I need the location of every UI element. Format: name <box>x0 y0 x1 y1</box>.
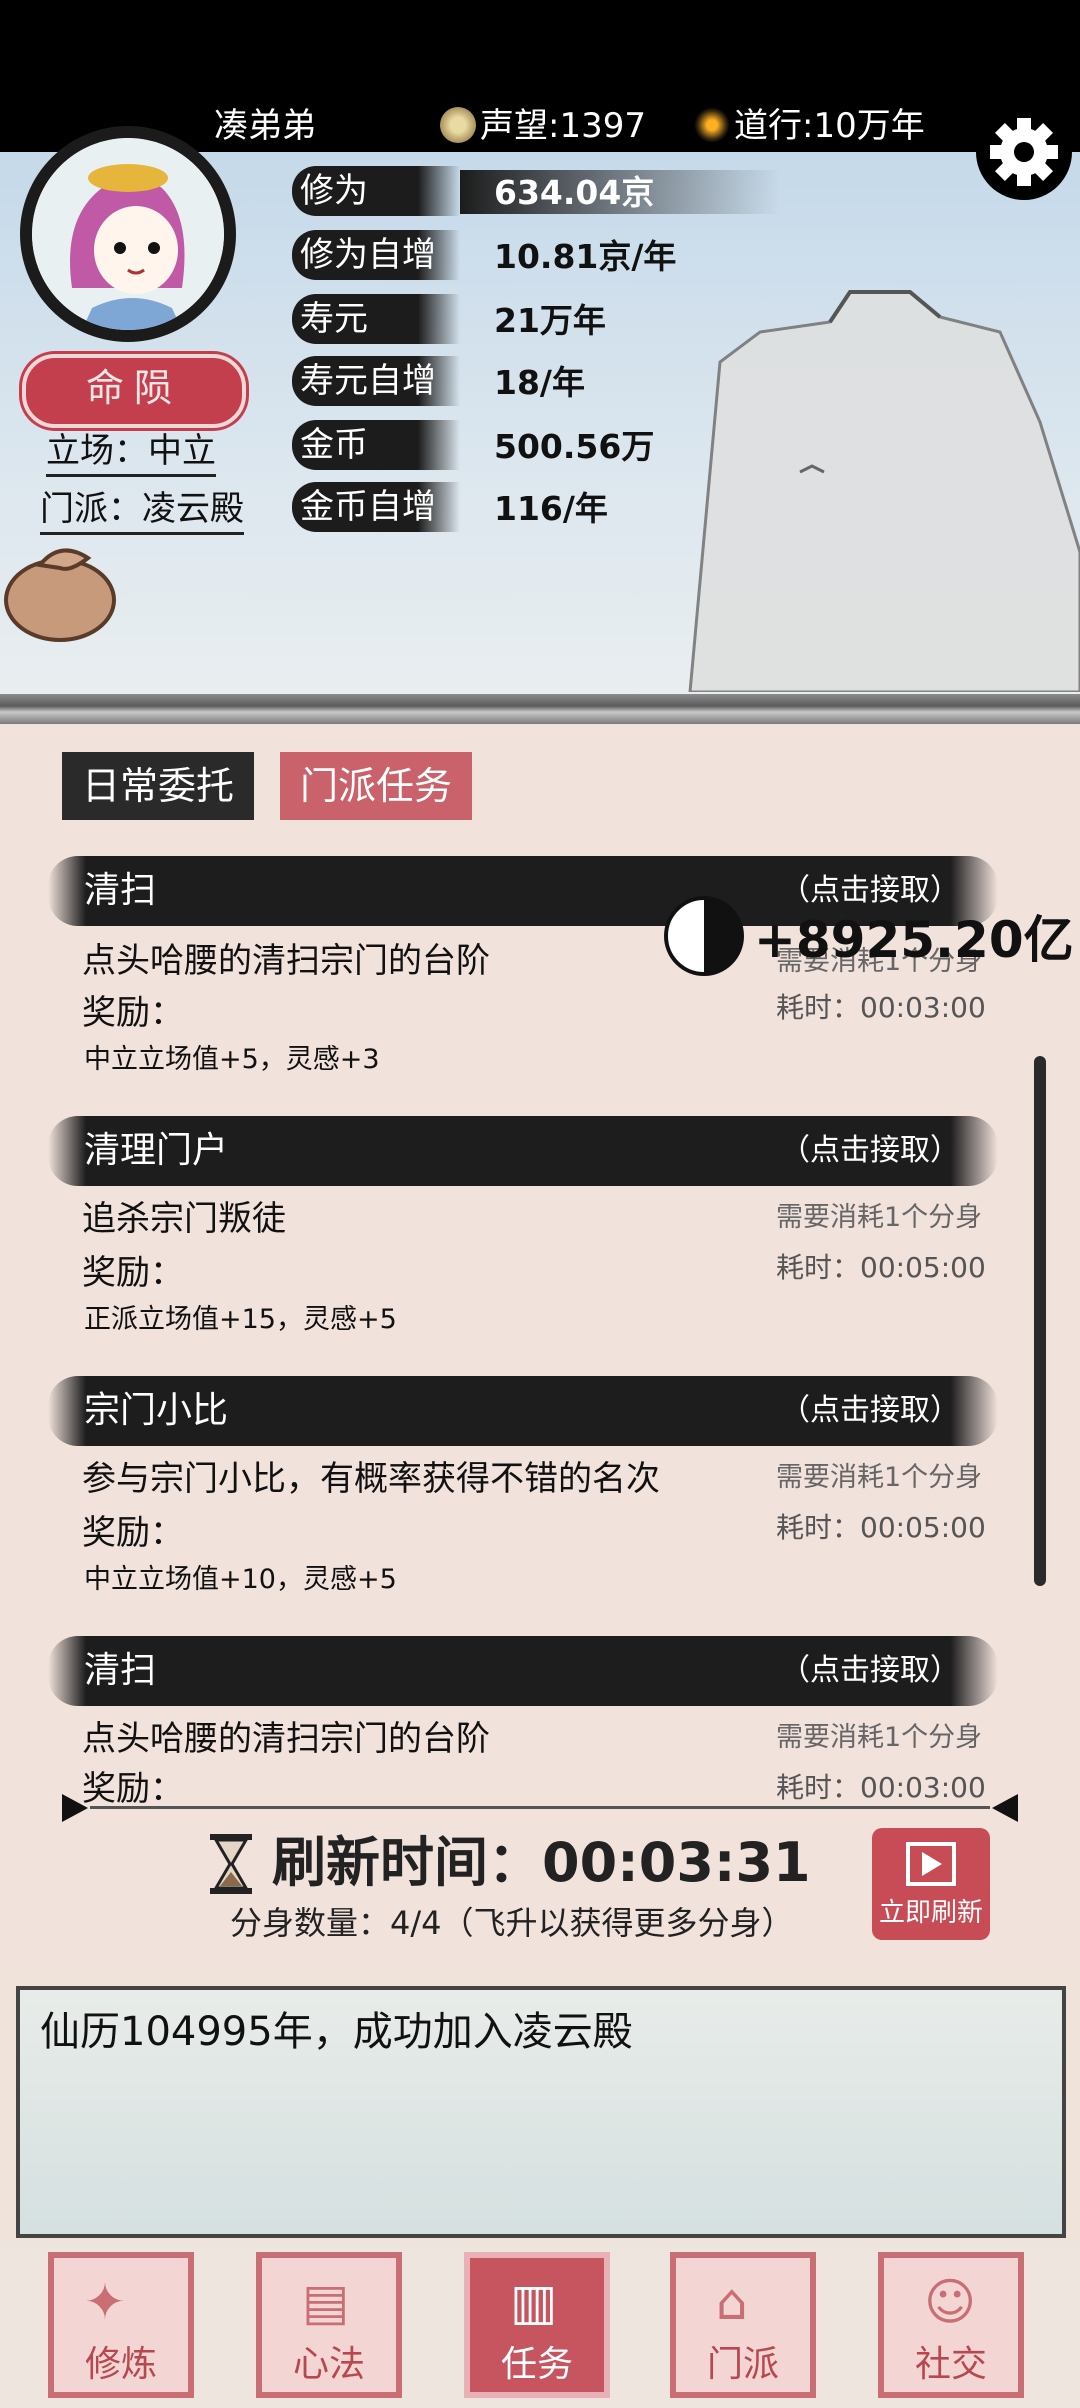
task-description: 参与宗门小比，有概率获得不错的名次 <box>82 1459 660 1499</box>
scene-divider <box>0 694 1080 724</box>
arrow-right-icon <box>992 1794 1018 1822</box>
stat-label-gold: 金币 <box>292 420 460 470</box>
task-description: 点头哈腰的清扫宗门的台阶 <box>82 941 490 981</box>
task-duration: 耗时：00:03:00 <box>776 1771 986 1804</box>
reputation-stat: 声望:1397 <box>440 104 646 148</box>
task-requirement: 需要消耗1个分身 <box>776 1462 983 1493</box>
reputation-text: 声望:1397 <box>480 106 646 146</box>
bag-button[interactable] <box>0 520 124 644</box>
tab-daily[interactable]: 日常委托 <box>62 752 255 820</box>
task-header[interactable]: 清理门户 （点击接取） <box>48 1116 998 1186</box>
nav-social[interactable]: ☺ 社交 <box>878 2252 1024 2398</box>
gain-amount: +8925.20亿 <box>754 911 1074 969</box>
reward-label: 奖励： <box>82 993 184 1033</box>
gear-icon <box>990 118 1058 186</box>
task-requirement: 需要消耗1个分身 <box>776 1722 983 1753</box>
nav-label: 社交 <box>914 2344 987 2385</box>
cultivate-icon: ✦ <box>84 2273 126 2331</box>
stat-label-gold-rate: 金币自增 <box>292 482 460 532</box>
task-header[interactable]: 宗门小比 （点击接取） <box>48 1376 998 1446</box>
mountain-illustration <box>688 290 1080 692</box>
coin-icon <box>440 107 476 143</box>
accept-task-link[interactable]: （点击接取） <box>780 1636 960 1706</box>
tab-sect-tasks[interactable]: 门派任务 <box>280 752 473 820</box>
dao-text: 道行:10万年 <box>734 106 925 146</box>
nav-label: 心法 <box>292 2344 365 2385</box>
nav-label: 门派 <box>706 2344 779 2385</box>
stat-value-lifespan-rate: 18/年 <box>494 363 585 402</box>
reward-label: 奖励： <box>82 1513 184 1553</box>
dao-stat: 道行:10万年 <box>694 104 925 148</box>
stat-value-cultivation-overlay: 634.04京 <box>494 173 655 212</box>
hourglass-icon <box>208 1834 254 1894</box>
arrow-left-icon <box>62 1794 88 1822</box>
task-icon: ▥ <box>510 2273 558 2331</box>
gain-popup: +8925.20亿 <box>664 896 1074 976</box>
yinyang-icon <box>694 107 730 143</box>
stat-value-gold-rate: 116/年 <box>494 489 608 528</box>
stat-label-cultivation-rate: 修为自增 <box>292 230 460 280</box>
task-requirement: 需要消耗1个分身 <box>776 1202 983 1233</box>
nav-label: 任务 <box>500 2344 573 2385</box>
nav-mind-method[interactable]: ▤ 心法 <box>256 2252 402 2398</box>
task-header[interactable]: 清扫 （点击接取） <box>48 1636 998 1706</box>
player-name: 凑弟弟 <box>214 106 316 146</box>
scroll-icon: ▤ <box>302 2273 350 2331</box>
clone-count: 分身数量：4/4（飞升以获得更多分身） <box>230 1904 794 1942</box>
task-duration: 耗时：00:05:00 <box>776 1511 986 1544</box>
nav-cultivate[interactable]: ✦ 修炼 <box>48 2252 194 2398</box>
character-portrait-icon <box>32 138 224 330</box>
reward-label: 奖励： <box>82 1253 184 1293</box>
accept-task-link[interactable]: （点击接取） <box>780 1116 960 1186</box>
nav-sect[interactable]: ⌂ 门派 <box>670 2252 816 2398</box>
task-description: 追杀宗门叛徒 <box>82 1199 286 1239</box>
stat-label-lifespan-rate: 寿元自增 <box>292 356 460 406</box>
refresh-now-label: 立即刷新 <box>878 1898 983 1928</box>
yinyang-icon <box>664 896 744 976</box>
refresh-timer: 刷新时间：00:03:31 <box>272 1831 811 1894</box>
sect-icon: ⌂ <box>716 2273 748 2331</box>
task-title: 清理门户 <box>84 1130 229 1171</box>
social-icon: ☺ <box>924 2273 977 2331</box>
scrollbar[interactable] <box>1034 1056 1046 1586</box>
nav-label: 修炼 <box>84 2344 157 2385</box>
reward-value: 正派立场值+15，灵感+5 <box>84 1304 397 1335</box>
log-message: 仙历104995年，成功加入凌云殿 <box>40 2009 633 2055</box>
stat-label-cultivation: 修为 <box>292 166 460 216</box>
stat-value-cultivation-rate: 10.81京/年 <box>494 237 677 276</box>
task-duration: 耗时：00:03:00 <box>776 991 986 1024</box>
bag-icon <box>4 548 116 642</box>
task-title: 清扫 <box>84 870 157 911</box>
settings-button[interactable] <box>976 104 1072 200</box>
task-title: 宗门小比 <box>84 1390 229 1431</box>
nav-tasks[interactable]: ▥ 任务 <box>464 2252 610 2398</box>
task-duration: 耗时：00:05:00 <box>776 1251 986 1284</box>
accept-task-link[interactable]: （点击接取） <box>780 1376 960 1446</box>
separator-line <box>90 1806 990 1809</box>
refresh-now-button[interactable]: 立即刷新 <box>872 1828 990 1940</box>
fate-button[interactable]: 命陨 <box>22 354 246 428</box>
task-title: 清扫 <box>84 1650 157 1691</box>
play-icon <box>906 1842 956 1886</box>
stat-value-gold: 500.56万 <box>494 427 655 466</box>
stat-value-lifespan: 21万年 <box>494 301 606 340</box>
avatar[interactable] <box>20 126 236 342</box>
stance-label: 立场：中立 <box>46 428 216 477</box>
reward-value: 中立立场值+5，灵感+3 <box>84 1044 380 1075</box>
task-description: 点头哈腰的清扫宗门的台阶 <box>82 1719 490 1759</box>
reward-value: 中立立场值+10，灵感+5 <box>84 1564 397 1595</box>
stat-label-lifespan: 寿元 <box>292 294 460 344</box>
